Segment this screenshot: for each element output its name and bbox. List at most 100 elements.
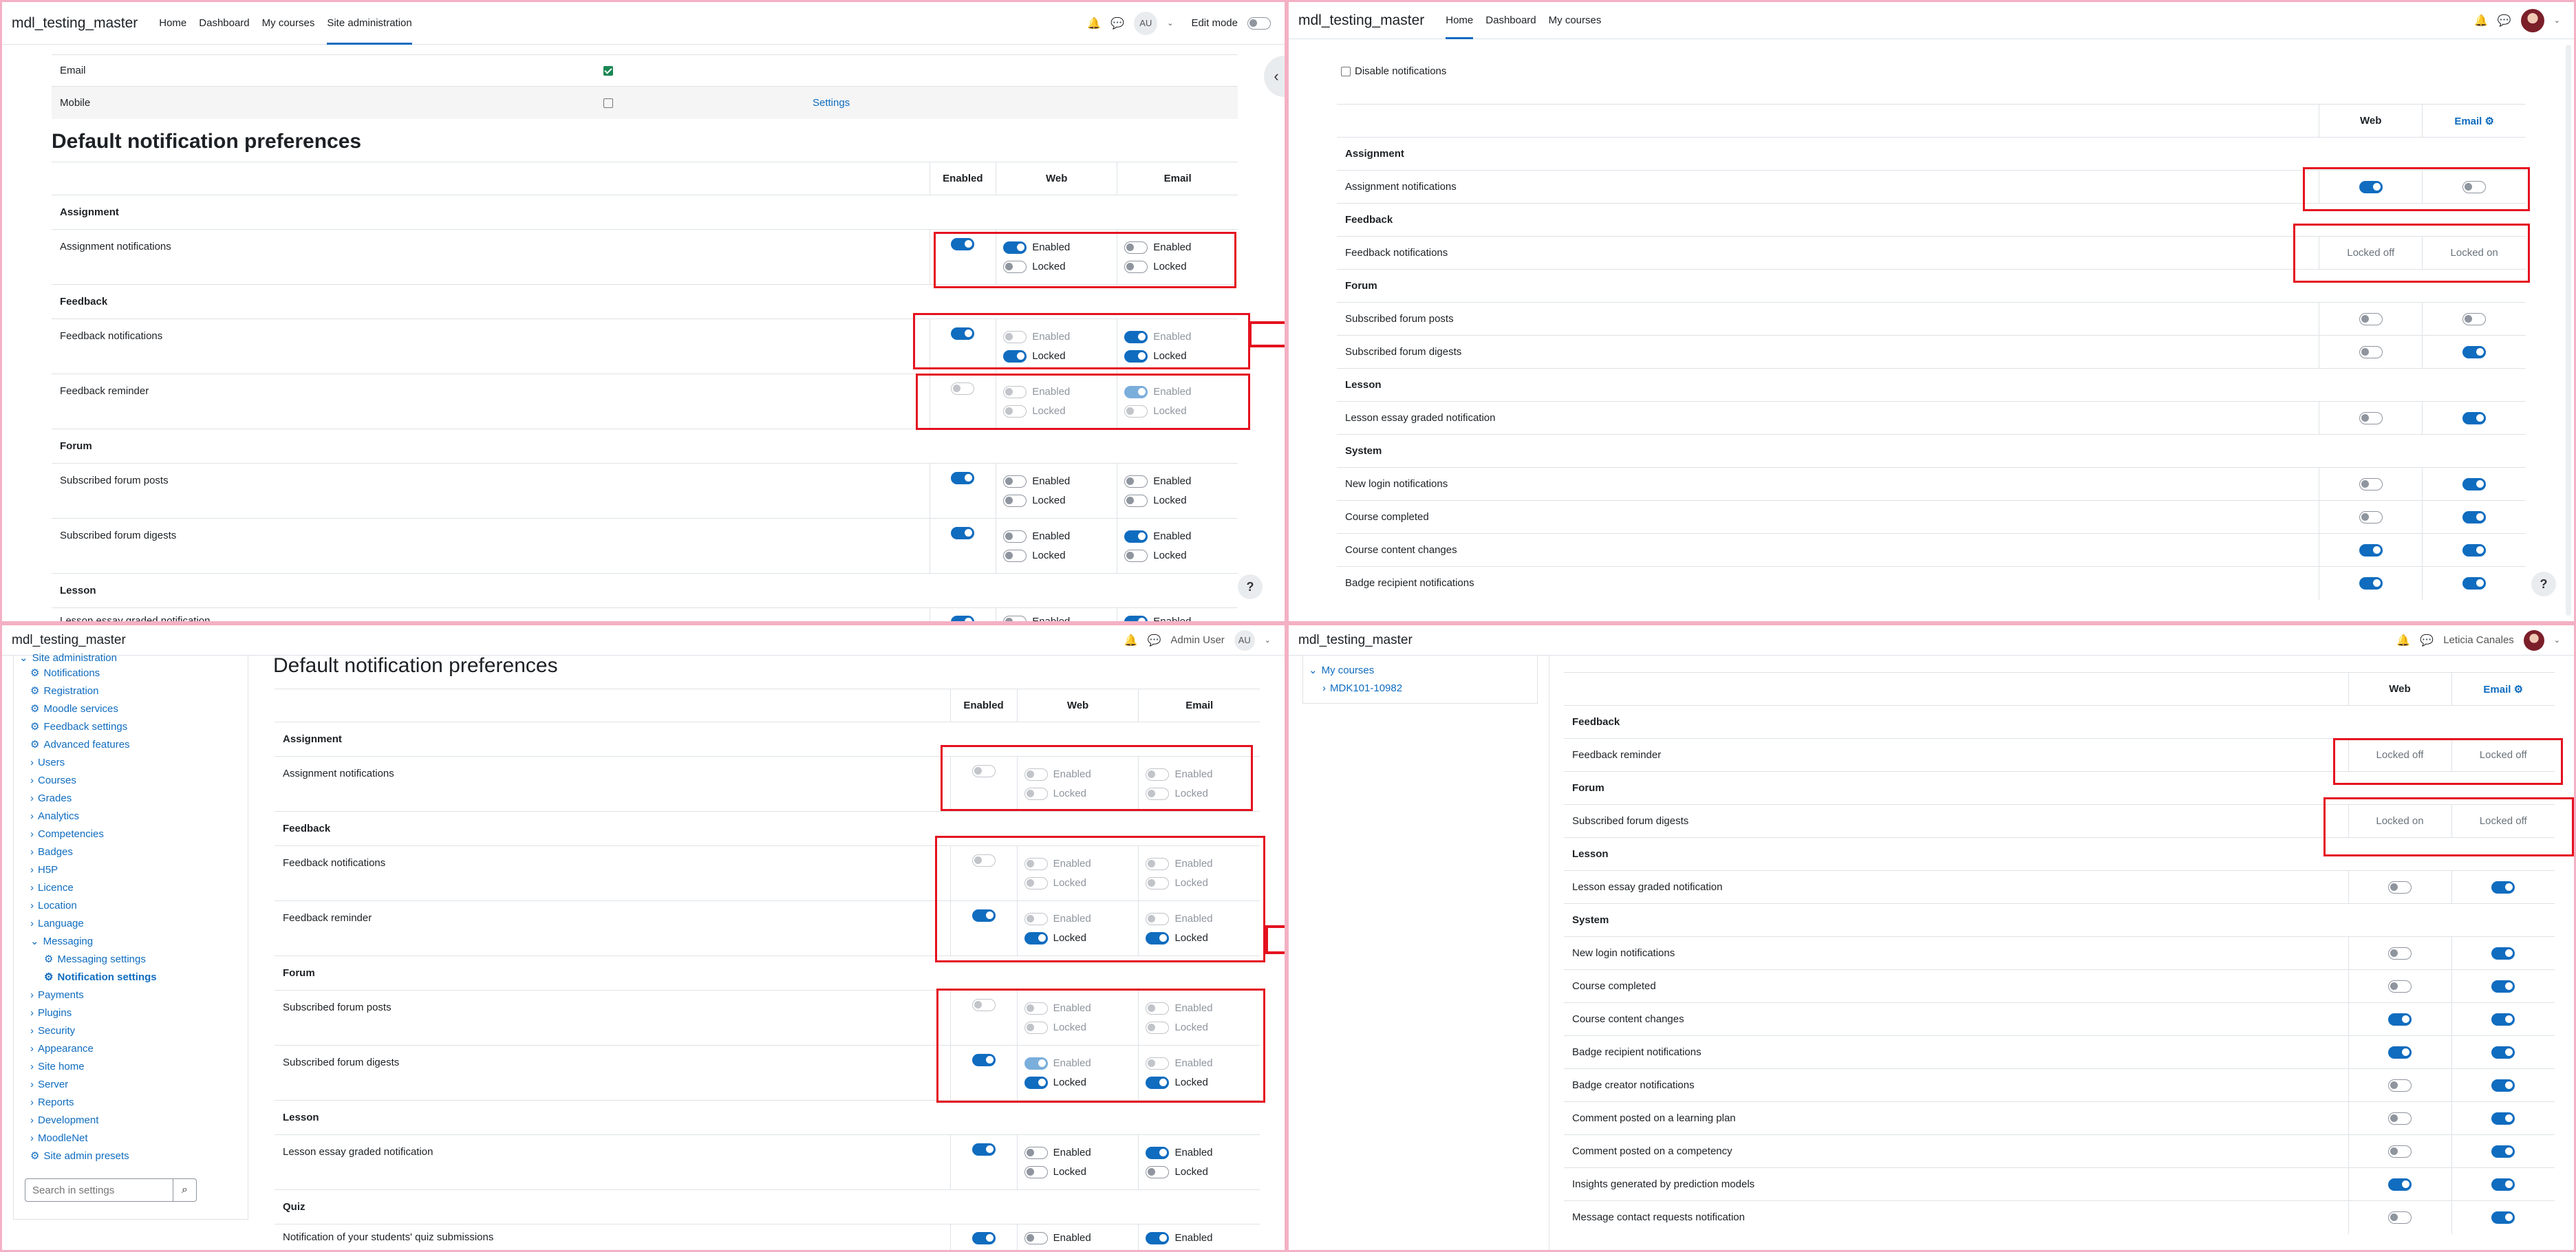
web-toggle[interactable] (2359, 477, 2383, 490)
tree-item-my-courses[interactable]: ⌄ My courses (1309, 661, 1402, 679)
nav-home[interactable]: Home (1446, 2, 1474, 39)
col-email[interactable]: Email ⚙ (2451, 672, 2555, 706)
bell-icon[interactable]: 🔔 (1087, 17, 1101, 30)
email-toggle[interactable] (2491, 1211, 2515, 1224)
web-enabled-toggle[interactable] (1003, 615, 1027, 621)
sidebar-item[interactable]: ⚙ Registration (19, 682, 246, 700)
web-toggle[interactable] (2388, 1145, 2412, 1158)
drawer-toggle-chevron-left-icon[interactable]: ‹ (1264, 56, 1285, 97)
gear-icon[interactable]: ⚙ (2514, 684, 2523, 695)
email-toggle[interactable] (2491, 1046, 2515, 1059)
web-toggle[interactable] (2359, 576, 2383, 590)
email-toggle[interactable] (2462, 543, 2487, 557)
email-toggle[interactable] (2462, 477, 2487, 490)
site-brand[interactable]: mdl_testing_master (2, 15, 138, 32)
chat-icon[interactable]: 💬 (1148, 634, 1161, 647)
sidebar-group[interactable]: › Grades (19, 789, 246, 807)
avatar[interactable] (2520, 8, 2544, 32)
site-brand[interactable]: mdl_testing_master (1289, 12, 1424, 29)
email-toggle[interactable] (2491, 881, 2515, 894)
sidebar-group[interactable]: › MoodleNet (19, 1129, 246, 1147)
nav-dashboard[interactable]: Dashboard (1485, 2, 1536, 39)
nav-my-courses[interactable]: My courses (1549, 2, 1602, 39)
search-input[interactable] (25, 1178, 173, 1202)
email-toggle[interactable] (2462, 345, 2487, 358)
disable-notifications[interactable]: Disable notifications (1341, 65, 1446, 77)
sidebar-group[interactable]: › Development (19, 1111, 246, 1129)
user-name[interactable]: Admin User (1170, 634, 1224, 646)
sidebar-item[interactable]: ⚙ Notifications (19, 664, 246, 682)
chevron-down-icon[interactable]: ⌄ (2554, 16, 2560, 25)
sidebar-item[interactable]: ⚙ Notification settings (19, 968, 246, 986)
nav-dashboard[interactable]: Dashboard (199, 2, 249, 45)
email-toggle[interactable] (2462, 576, 2487, 590)
nav-site-administration[interactable]: Site administration (327, 2, 413, 45)
enabled-toggle[interactable] (972, 1143, 996, 1156)
web-toggle[interactable] (2388, 1112, 2412, 1125)
sidebar-group[interactable]: › Language (19, 914, 246, 932)
bell-icon[interactable]: 🔔 (1124, 634, 1138, 647)
sidebar-item[interactable]: ⚙ Advanced features (19, 735, 246, 753)
sidebar-group[interactable]: › Licence (19, 878, 246, 896)
web-toggle[interactable] (2388, 1013, 2412, 1026)
email-enabled-toggle[interactable] (1124, 530, 1148, 543)
sidebar-group[interactable]: ⌄ Messaging (19, 932, 246, 950)
sidebar-group[interactable]: › Reports (19, 1093, 246, 1111)
email-toggle[interactable] (2462, 510, 2487, 524)
bell-icon[interactable]: 🔔 (2474, 14, 2488, 28)
help-icon[interactable]: ? (1238, 574, 1263, 599)
web-toggle[interactable] (2388, 1178, 2412, 1191)
web-enabled-toggle[interactable] (1003, 530, 1027, 543)
web-enabled-toggle[interactable] (1003, 475, 1027, 488)
web-toggle[interactable] (2359, 312, 2383, 325)
nav-home[interactable]: Home (159, 2, 186, 45)
mobile-checkbox[interactable] (603, 98, 613, 108)
email-toggle[interactable] (2462, 312, 2487, 325)
enabled-toggle[interactable] (972, 1231, 996, 1244)
web-locked-toggle[interactable] (1024, 1165, 1048, 1178)
chat-icon[interactable]: 💬 (1110, 17, 1124, 30)
web-toggle[interactable] (2359, 411, 2383, 424)
email-locked-toggle[interactable] (1124, 549, 1148, 562)
web-toggle[interactable] (2388, 947, 2412, 960)
email-enabled-toggle[interactable] (1146, 1146, 1170, 1159)
email-toggle[interactable] (2491, 947, 2515, 960)
email-checkbox[interactable] (603, 65, 613, 76)
email-enabled-toggle[interactable] (1146, 1231, 1170, 1244)
sidebar-group[interactable]: › Payments (19, 986, 246, 1004)
web-locked-toggle[interactable] (1003, 549, 1027, 562)
email-toggle[interactable] (2491, 1178, 2515, 1191)
sidebar-group[interactable]: › Location (19, 896, 246, 914)
sidebar-item[interactable]: ⚙ Messaging settings (19, 950, 246, 968)
bell-icon[interactable]: 🔔 (2396, 634, 2410, 647)
sidebar-group[interactable]: › Plugins (19, 1004, 246, 1022)
sidebar-group[interactable]: › Appearance (19, 1039, 246, 1057)
sidebar-item-site-administration[interactable]: ⌄ Site administration (19, 653, 246, 664)
edit-mode-toggle[interactable] (1247, 17, 1271, 30)
user-name[interactable]: Leticia Canales (2443, 634, 2514, 646)
web-toggle[interactable] (2388, 980, 2412, 993)
web-toggle[interactable] (2388, 1211, 2412, 1224)
enabled-toggle[interactable] (951, 615, 975, 621)
avatar[interactable]: AU (1134, 11, 1158, 35)
enabled-toggle[interactable] (951, 472, 975, 485)
sidebar-group[interactable]: › Server (19, 1075, 246, 1093)
email-enabled-toggle[interactable] (1124, 475, 1148, 488)
gear-icon[interactable]: ⚙ (2485, 116, 2494, 127)
sidebar-group[interactable]: › H5P (19, 861, 246, 878)
col-email[interactable]: Email ⚙ (2422, 104, 2526, 138)
web-locked-toggle[interactable] (1003, 494, 1027, 507)
chevron-down-icon[interactable]: ⌄ (1265, 636, 1271, 645)
sidebar-group[interactable]: › Analytics (19, 807, 246, 825)
chat-icon[interactable]: 💬 (2498, 14, 2511, 28)
sidebar-item[interactable]: ⚙ Feedback settings (19, 717, 246, 735)
search-icon[interactable]: ⌕ (173, 1178, 197, 1202)
web-toggle[interactable] (2359, 510, 2383, 524)
avatar[interactable]: AU (1234, 629, 1255, 651)
chevron-down-icon[interactable]: ⌄ (1167, 19, 1173, 28)
sidebar-group[interactable]: › Site home (19, 1057, 246, 1075)
sidebar-item[interactable]: ⚙ Moodle services (19, 700, 246, 717)
mobile-settings-link[interactable]: Settings (813, 97, 850, 109)
email-locked-toggle[interactable] (1124, 494, 1148, 507)
web-enabled-toggle[interactable] (1024, 1146, 1048, 1159)
